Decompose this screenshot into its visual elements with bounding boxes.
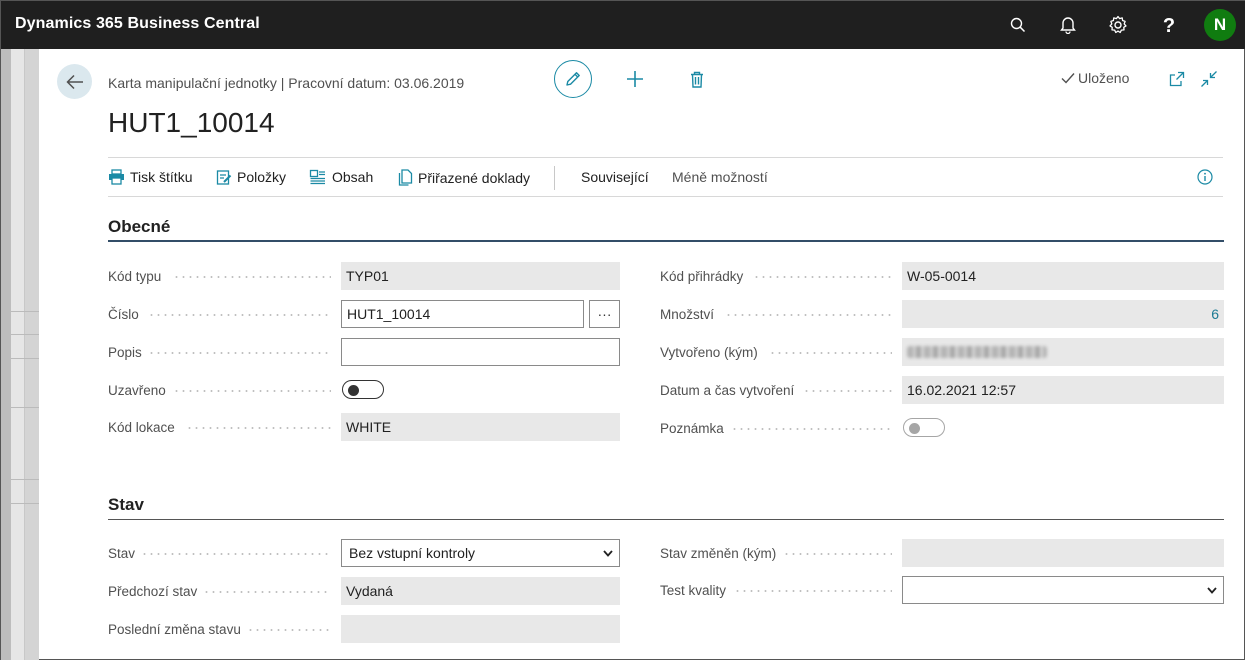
section-general-title[interactable]: Obecné [108,217,170,237]
previous-state-field: Vydaná [341,577,620,605]
previous-state-label: Předchozí stav [108,583,198,599]
assigned-documents-label: Přiřazené doklady [418,169,531,186]
leader-dots [173,276,331,278]
state-label: Stav [108,545,136,561]
created-at-label: Datum a čas vytvoření [660,382,795,398]
leader-dots [803,390,892,392]
leader-dots [186,427,331,429]
breadcrumb: Karta manipulační jednotky | Pracovní da… [108,75,465,91]
number-input[interactable]: HUT1_10014 [341,300,584,328]
note-label: Poznámka [660,420,724,436]
fewer-options-label: Méně možností [672,169,768,185]
section-general-divider [108,240,1224,242]
leader-dots [148,314,331,316]
closed-label: Uzavřeno [108,382,166,398]
new-button[interactable] [623,67,647,91]
leader-dots [141,553,331,555]
open-in-new-window-icon [1169,71,1185,87]
collapse-button[interactable] [1197,67,1221,91]
items-action[interactable]: Položky [216,169,286,185]
collapse-icon [1201,71,1217,87]
svg-text:?: ? [1163,15,1175,35]
location-code-field: WHITE [341,413,620,441]
leader-dots [769,352,892,354]
related-action[interactable]: Související [581,169,649,185]
help-icon[interactable]: ? [1157,13,1181,37]
number-label: Číslo [108,306,139,322]
plus-icon [627,71,643,87]
edit-button[interactable] [554,60,592,98]
bin-code-field: W-05-0014 [902,262,1224,290]
changed-by-field [902,539,1224,567]
avatar[interactable]: N [1204,9,1236,41]
last-change-field [341,615,620,643]
state-select-value: Bez vstupní kontroly [349,545,476,561]
leader-dots [173,390,331,392]
page-title: HUT1_10014 [108,107,275,138]
description-label: Popis [108,344,142,360]
content-label: Obsah [332,169,374,185]
number-lookup-button[interactable]: ··· [589,300,620,328]
leader-dots [753,276,892,278]
leader-dots [203,591,331,593]
description-input[interactable] [341,338,620,366]
content-action[interactable]: Obsah [309,169,373,185]
fewer-options-action[interactable]: Méně možností [672,169,768,185]
state-select[interactable]: Bez vstupní kontroly [341,539,620,567]
bell-icon[interactable] [1056,13,1080,37]
section-status-title[interactable]: Stav [108,495,144,515]
quantity-field[interactable]: 6 [902,300,1224,328]
action-bar: Tisk štítku Položky Obsah Přiřazené dokl… [108,157,1223,197]
info-icon[interactable] [1197,169,1213,185]
delete-button[interactable] [685,67,709,91]
leader-dots [783,553,892,555]
closed-toggle[interactable] [342,380,384,399]
type-code-field: TYP01 [341,262,620,290]
back-button[interactable] [57,64,92,99]
leader-dots [731,428,892,430]
background-list-strip [1,49,39,660]
location-code-label: Kód lokace [108,419,175,435]
open-in-new-window-button[interactable] [1165,67,1189,91]
assigned-documents-action[interactable]: Přiřazené doklady [398,169,530,186]
saved-label: Uloženo [1078,70,1130,86]
leader-dots [148,352,331,354]
changed-by-label: Stav změněn (kým) [660,545,777,561]
type-code-label: Kód typu [108,268,162,284]
printer-icon [109,169,124,185]
arrow-left-icon [65,74,83,89]
quantity-label: Množství [660,306,715,322]
action-separator [554,166,555,190]
last-change-label: Poslední změna stavu [108,621,241,637]
checkmark-icon [1061,73,1075,84]
documents-icon [398,169,413,186]
items-label: Položky [237,169,287,185]
chevron-down-icon [1207,587,1217,594]
note-toggle [903,418,945,437]
search-icon[interactable] [1006,13,1030,37]
edit-document-icon [216,170,232,185]
created-by-label: Vytvořeno (kým) [660,344,758,360]
chevron-down-icon [603,550,613,557]
related-label: Související [581,169,649,185]
content-list-icon [309,169,325,185]
print-label-label: Tisk štítku [130,169,193,185]
pencil-icon [566,72,580,86]
leader-dots [734,590,892,592]
gear-icon[interactable] [1106,13,1130,37]
quality-test-label: Test kvality [660,582,727,598]
top-bar: Dynamics 365 Business Central ? N [1,1,1245,49]
section-status-divider [108,519,1224,520]
trash-icon [691,71,703,88]
leader-dots [725,314,892,316]
redacted-user-name [907,346,1047,358]
app-title[interactable]: Dynamics 365 Business Central [15,15,260,33]
bin-code-label: Kód přihrádky [660,268,744,284]
leader-dots [247,629,331,631]
saved-status: Uloženo [1061,70,1129,86]
print-label-action[interactable]: Tisk štítku [108,169,193,185]
created-by-field [902,338,1224,366]
quality-test-select[interactable] [902,576,1224,604]
created-at-field: 16.02.2021 12:57 [902,376,1224,404]
